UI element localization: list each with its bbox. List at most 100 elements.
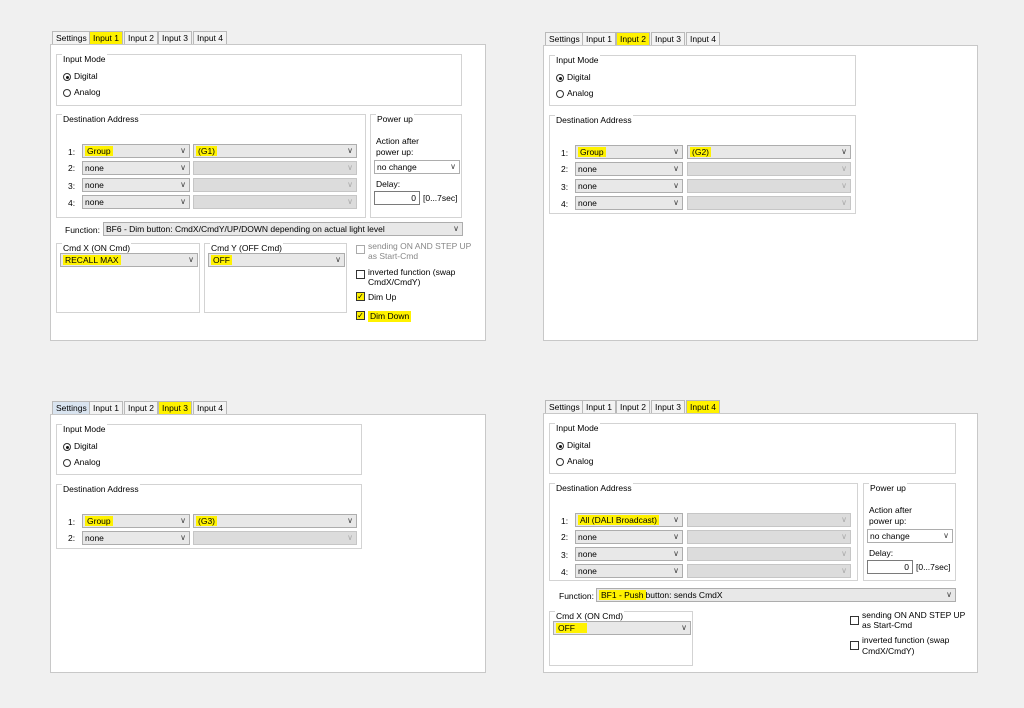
tab-input1[interactable]: Input 1 (89, 401, 123, 414)
dest-type-select-1[interactable]: All (DALI Broadcast) ∨ (575, 513, 683, 527)
power-up-action-select[interactable]: no change ∨ (867, 529, 953, 543)
dest-type-select-1[interactable]: Group ∨ (575, 145, 683, 159)
digital-radio[interactable]: Digital (556, 439, 591, 451)
dim-down-checkbox[interactable]: ✓ (356, 311, 365, 320)
dest-target-select-1[interactable]: (G1) ∨ (193, 144, 357, 158)
chevron-down-icon: ∨ (347, 180, 353, 189)
group-title: Power up (869, 483, 907, 493)
sending-on-step-up-checkbox[interactable] (850, 616, 859, 625)
tab-input2[interactable]: Input 2 (124, 31, 158, 44)
dest-type-select-3[interactable]: none ∨ (575, 547, 683, 561)
dest-target-select-1[interactable]: (G3) ∨ (193, 514, 357, 528)
dest-target-select-4[interactable]: ∨ (687, 564, 851, 578)
digital-radio[interactable]: Digital (556, 71, 591, 83)
dest-target-select-3[interactable]: ∨ (687, 179, 851, 193)
row-label: 3: (561, 182, 569, 192)
tab-input1[interactable]: Input 1 (582, 32, 616, 45)
cmd-x-select[interactable]: OFF ∨ (553, 621, 691, 635)
dest-type-select-3[interactable]: none ∨ (82, 178, 190, 192)
radio-dot (63, 89, 71, 97)
dest-type-select-1[interactable]: Group ∨ (82, 144, 190, 158)
tab-input2[interactable]: Input 2 (616, 400, 650, 413)
delay-input[interactable]: 0 (867, 560, 913, 574)
inverted-function-checkbox[interactable] (850, 641, 859, 650)
dest-type-select-2[interactable]: none ∨ (575, 162, 683, 176)
inverted-function-checkbox[interactable] (356, 270, 365, 279)
tab-input4[interactable]: Input 4 (686, 32, 720, 45)
dest-target-select-4[interactable]: ∨ (193, 195, 357, 209)
input2-panel: Settings Input 1 Input 2 Input 3 Input 4… (543, 32, 978, 341)
tab-input3[interactable]: Input 3 (158, 401, 192, 414)
dim-up-checkbox[interactable]: ✓ (356, 292, 365, 301)
row-label: 1: (561, 516, 569, 526)
tab-settings[interactable]: Settings (545, 400, 584, 413)
sending-on-step-up-checkbox[interactable] (356, 245, 365, 254)
dest-target-select-3[interactable]: ∨ (687, 547, 851, 561)
row-label: 3: (68, 181, 76, 191)
chevron-down-icon: ∨ (841, 164, 847, 173)
tab-input1[interactable]: Input 1 (582, 400, 616, 413)
tab-input3[interactable]: Input 3 (158, 31, 192, 44)
analog-radio[interactable]: Analog (63, 86, 100, 98)
radio-label: Analog (74, 87, 101, 97)
dest-target-select-2[interactable]: ∨ (193, 531, 357, 545)
analog-radio[interactable]: Analog (63, 456, 100, 468)
destination-address-group: Destination Address 1: 2: 3: 4: All (DAL… (549, 483, 858, 581)
dest-type-select-3[interactable]: none ∨ (575, 179, 683, 193)
dim-down-label: Dim Down (368, 311, 412, 322)
delay-input[interactable]: 0 (374, 191, 420, 205)
tab-input4[interactable]: Input 4 (193, 401, 227, 414)
dest-type-select-2[interactable]: none ∨ (82, 531, 190, 545)
chevron-down-icon: ∨ (841, 532, 847, 541)
analog-radio[interactable]: Analog (556, 455, 593, 467)
dest-target-select-2[interactable]: ∨ (687, 162, 851, 176)
dest-target-select-2[interactable]: ∨ (687, 530, 851, 544)
dest-type-select-2[interactable]: none ∨ (82, 161, 190, 175)
select-value: no change (377, 162, 417, 172)
digital-radio[interactable]: Digital (63, 440, 98, 452)
tab-input2[interactable]: Input 2 (124, 401, 158, 414)
cmd-x-select[interactable]: RECALL MAX ∨ (60, 253, 198, 267)
delay-range-label: [0...7sec] (423, 193, 458, 203)
digital-radio[interactable]: Digital (63, 70, 98, 82)
inverted-function-label: inverted function (swap (862, 635, 950, 645)
dest-type-select-4[interactable]: none ∨ (575, 196, 683, 210)
function-select[interactable]: BF6 - Dim button: CmdX/CmdY/UP/DOWN depe… (103, 222, 463, 236)
tab-settings[interactable]: Settings (545, 32, 584, 45)
dest-target-select-2[interactable]: ∨ (193, 161, 357, 175)
input-mode-group: Input Mode Digital Analog (56, 424, 362, 475)
function-select[interactable]: BF1 - Push button: sends CmdX ∨ (596, 588, 956, 602)
chevron-down-icon: ∨ (450, 162, 456, 171)
dest-target-select-4[interactable]: ∨ (687, 196, 851, 210)
dest-type-select-4[interactable]: none ∨ (575, 564, 683, 578)
dest-type-select-4[interactable]: none ∨ (82, 195, 190, 209)
select-value: (G3) (196, 516, 217, 526)
tab-input2[interactable]: Input 2 (616, 32, 650, 45)
dest-target-select-1[interactable]: ∨ (687, 513, 851, 527)
chevron-down-icon: ∨ (673, 532, 679, 541)
chevron-down-icon: ∨ (673, 181, 679, 190)
tab-settings[interactable]: Settings (52, 401, 91, 414)
chevron-down-icon: ∨ (841, 147, 847, 156)
tab-input4[interactable]: Input 4 (193, 31, 227, 44)
chevron-down-icon: ∨ (673, 515, 679, 524)
radio-label: Analog (567, 88, 594, 98)
analog-radio[interactable]: Analog (556, 87, 593, 99)
tab-input3[interactable]: Input 3 (651, 32, 685, 45)
dim-up-label: Dim Up (368, 292, 397, 302)
tab-input3[interactable]: Input 3 (651, 400, 685, 413)
dest-target-select-3[interactable]: ∨ (193, 178, 357, 192)
tab-input1[interactable]: Input 1 (89, 31, 123, 44)
tab-settings[interactable]: Settings (52, 31, 91, 44)
cmd-y-select[interactable]: OFF ∨ (208, 253, 345, 267)
radio-dot (63, 443, 71, 451)
dest-target-select-1[interactable]: (G2) ∨ (687, 145, 851, 159)
group-title: Power up (376, 114, 414, 124)
dest-type-select-2[interactable]: none ∨ (575, 530, 683, 544)
power-up-action-select[interactable]: no change ∨ (374, 160, 460, 174)
dest-type-select-1[interactable]: Group ∨ (82, 514, 190, 528)
chevron-down-icon: ∨ (180, 516, 186, 525)
row-label: 1: (561, 148, 569, 158)
tab-input4[interactable]: Input 4 (686, 400, 720, 413)
destination-address-group: Destination Address 1: 2: 3: 4: Group ∨ n… (549, 115, 856, 214)
